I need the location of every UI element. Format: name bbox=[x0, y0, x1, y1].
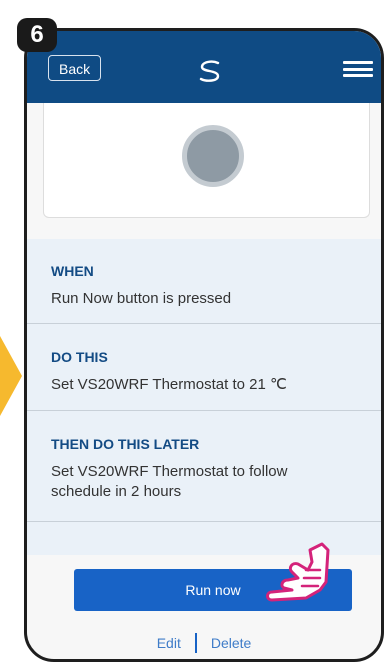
pointing-hand-icon bbox=[266, 542, 330, 602]
status-circle-icon bbox=[182, 125, 244, 187]
logo-icon bbox=[199, 60, 220, 82]
section-text: Set VS20WRF Thermostat to follow schedul… bbox=[51, 463, 288, 500]
rule-details: WHEN Run Now button is pressed DO THIS S… bbox=[27, 239, 381, 555]
section-when: WHEN Run Now button is pressed bbox=[27, 239, 381, 324]
delete-link[interactable]: Delete bbox=[211, 635, 251, 651]
section-title: WHEN bbox=[51, 263, 94, 279]
edit-link[interactable]: Edit bbox=[157, 635, 181, 651]
status-card bbox=[43, 103, 370, 218]
link-divider bbox=[194, 633, 197, 653]
top-bar: Back bbox=[27, 31, 381, 103]
action-links: Edit Delete bbox=[27, 631, 381, 655]
step-number-badge: 6 bbox=[17, 18, 57, 52]
menu-icon[interactable] bbox=[343, 61, 373, 77]
section-then-later: THEN DO THIS LATER Set VS20WRF Thermosta… bbox=[27, 412, 381, 522]
section-do-this: DO THIS Set VS20WRF Thermostat to 21 ℃ bbox=[27, 325, 381, 411]
back-button[interactable]: Back bbox=[48, 55, 102, 81]
section-title: DO THIS bbox=[51, 349, 108, 365]
section-title: THEN DO THIS LATER bbox=[51, 436, 200, 452]
section-text: Run Now button is pressed bbox=[51, 290, 232, 307]
section-text: Set VS20WRF Thermostat to 21 ℃ bbox=[51, 376, 287, 393]
